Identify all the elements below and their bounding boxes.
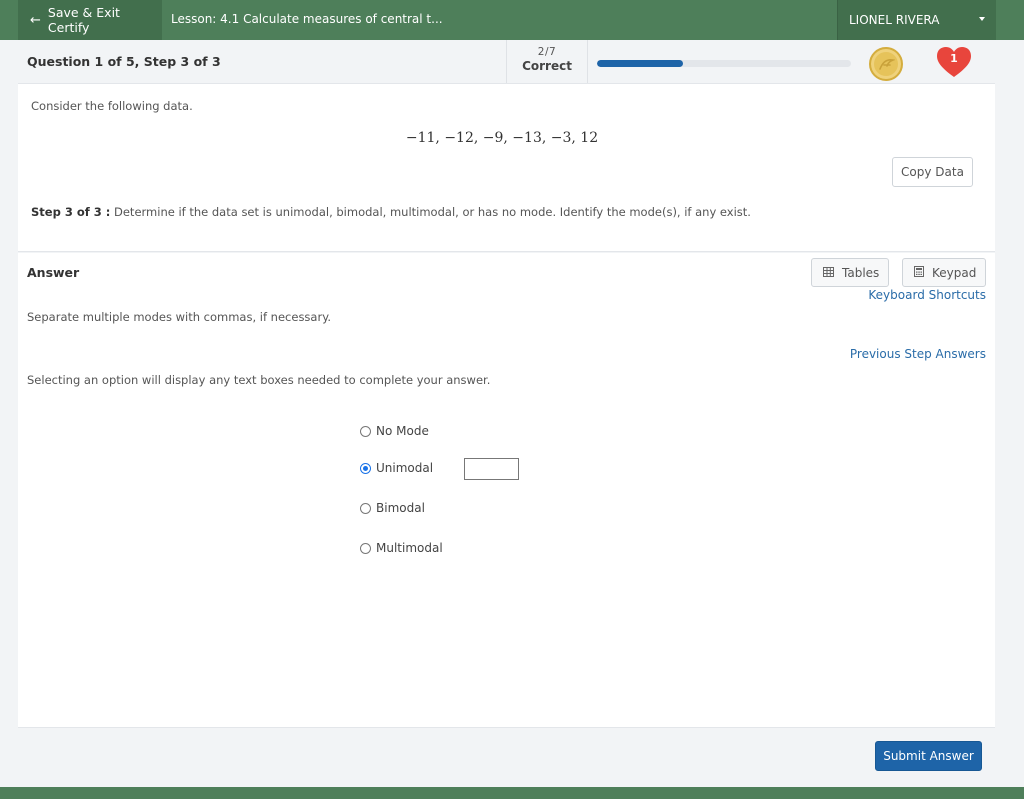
option-label: No Mode [376,424,429,438]
score-box: 2/7 Correct [506,40,588,83]
problem-panel: Consider the following data. −11, −12, −… [18,84,995,252]
radio-multimodal[interactable] [360,542,371,554]
option-label: Unimodal [376,461,434,475]
lesson-title: Lesson: 4.1 Calculate measures of centra… [171,12,443,26]
user-name: LIONEL RIVERA [849,13,940,27]
copy-data-button[interactable]: Copy Data [892,157,973,187]
option-bimodal[interactable]: Bimodal [360,501,425,515]
save-exit-label: Save & Exit Certify [47,5,120,35]
save-exit-button[interactable]: ← Save & Exit Certify [18,0,162,40]
hint-separate-modes: Separate multiple modes with commas, if … [27,310,332,324]
calculator-icon [914,265,924,280]
option-unimodal[interactable]: Unimodal [360,461,433,475]
submit-answer-button[interactable]: Submit Answer [875,741,982,771]
radio-unimodal[interactable] [360,462,371,474]
option-label: Bimodal [376,501,425,515]
answer-title: Answer [27,265,80,280]
previous-step-answers-link[interactable]: Previous Step Answers [850,347,986,361]
user-menu[interactable]: LIONEL RIVERA [837,0,996,40]
score-label: Correct [522,59,572,73]
heart-icon: 1 [935,45,973,79]
question-title: Question 1 of 5, Step 3 of 3 [27,54,221,69]
chevron-down-icon [979,17,985,21]
step-instructions: Step 3 of 3 : Determine if the data set … [31,205,751,219]
table-icon [823,266,834,280]
top-bar: ← Save & Exit Certify Lesson: 4.1 Calcul… [0,0,1024,40]
tables-label: Tables [842,265,880,280]
radio-no-mode[interactable] [360,425,371,437]
option-label: Multimodal [376,541,443,555]
progress-bar [597,60,851,67]
step-label: Step 3 of 3 : [31,205,111,219]
option-no-mode[interactable]: No Mode [360,424,429,438]
progress-fill [597,60,684,67]
tables-button[interactable]: Tables [811,258,889,287]
score-fraction: 2/7 [537,46,557,58]
radio-bimodal[interactable] [360,502,371,514]
problem-intro: Consider the following data. [31,99,193,113]
data-values: −11, −12, −9, −13, −3, 12 [405,130,599,146]
answer-panel: Answer Tables Keypad Keyboard Shortcuts … [18,253,995,727]
keypad-button[interactable]: Keypad [902,258,986,287]
question-header: Question 1 of 5, Step 3 of 3 2/7 Correct… [18,40,995,84]
coin-icon [869,47,903,81]
hint-selecting-option: Selecting an option will display any tex… [27,373,491,387]
arrow-left-icon: ← [30,12,41,28]
step-text: Determine if the data set is unimodal, b… [114,205,751,219]
footer: Submit Answer [18,727,995,787]
bottom-bar [0,787,1024,799]
keypad-label: Keypad [932,265,977,280]
option-multimodal[interactable]: Multimodal [360,541,443,555]
keyboard-shortcuts-link[interactable]: Keyboard Shortcuts [868,288,986,302]
unimodal-mode-input[interactable] [464,458,519,480]
lives-count: 1 [950,52,958,65]
